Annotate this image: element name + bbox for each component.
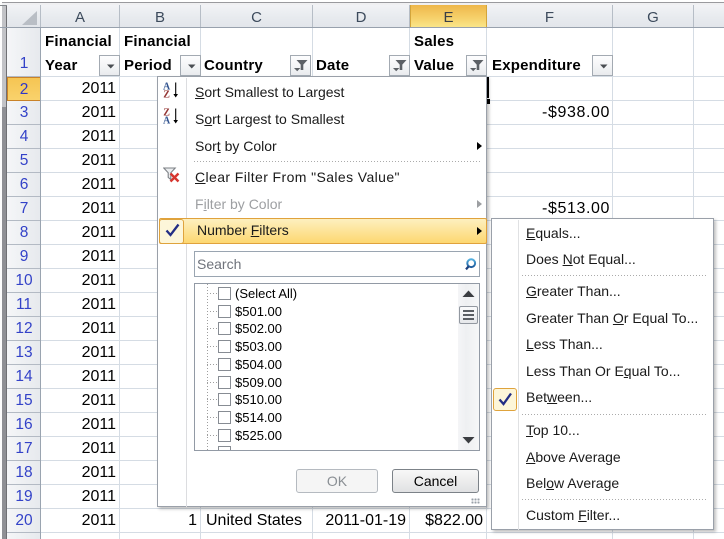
svg-text:A: A (163, 116, 171, 126)
svg-text:Z: Z (163, 90, 170, 100)
